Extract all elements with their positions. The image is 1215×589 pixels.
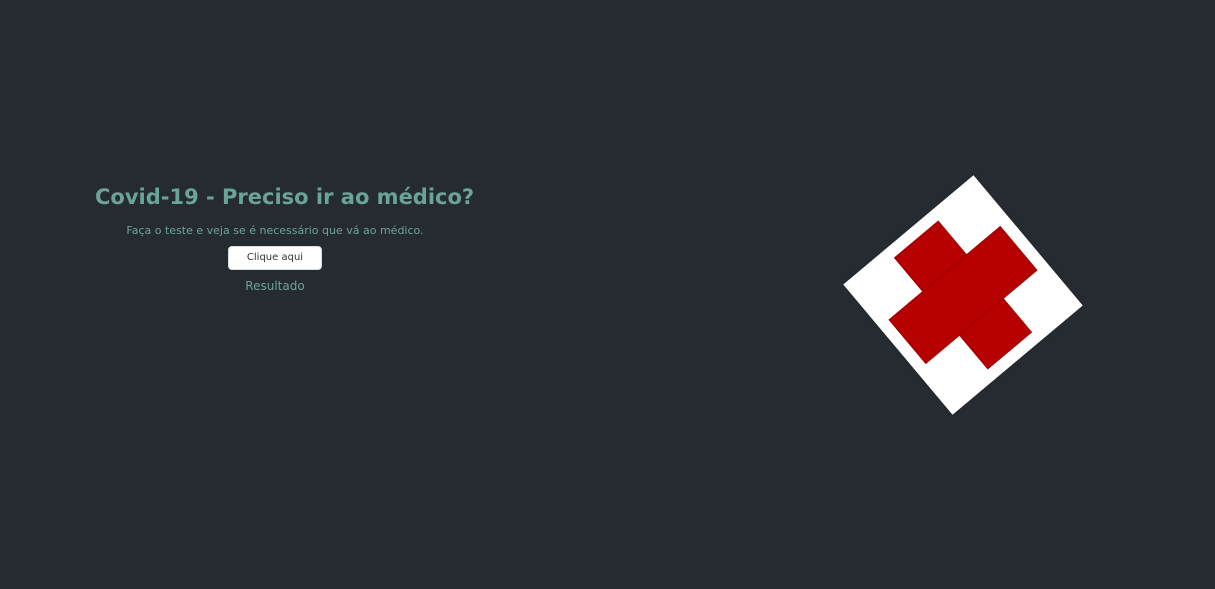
page: Covid-19 - Preciso ir ao médico? Faça o … bbox=[0, 0, 1215, 589]
page-title: Covid-19 - Preciso ir ao médico? bbox=[95, 185, 475, 209]
page-subtitle: Faça o teste e veja se é necessário que … bbox=[126, 224, 424, 237]
intro-section: Covid-19 - Preciso ir ao médico? Faça o … bbox=[95, 182, 475, 294]
result-label: Resultado bbox=[245, 279, 305, 293]
red-cross-icon bbox=[843, 175, 1083, 415]
red-cross-illustration bbox=[843, 175, 1084, 416]
start-test-button[interactable]: Clique aqui bbox=[228, 246, 322, 270]
